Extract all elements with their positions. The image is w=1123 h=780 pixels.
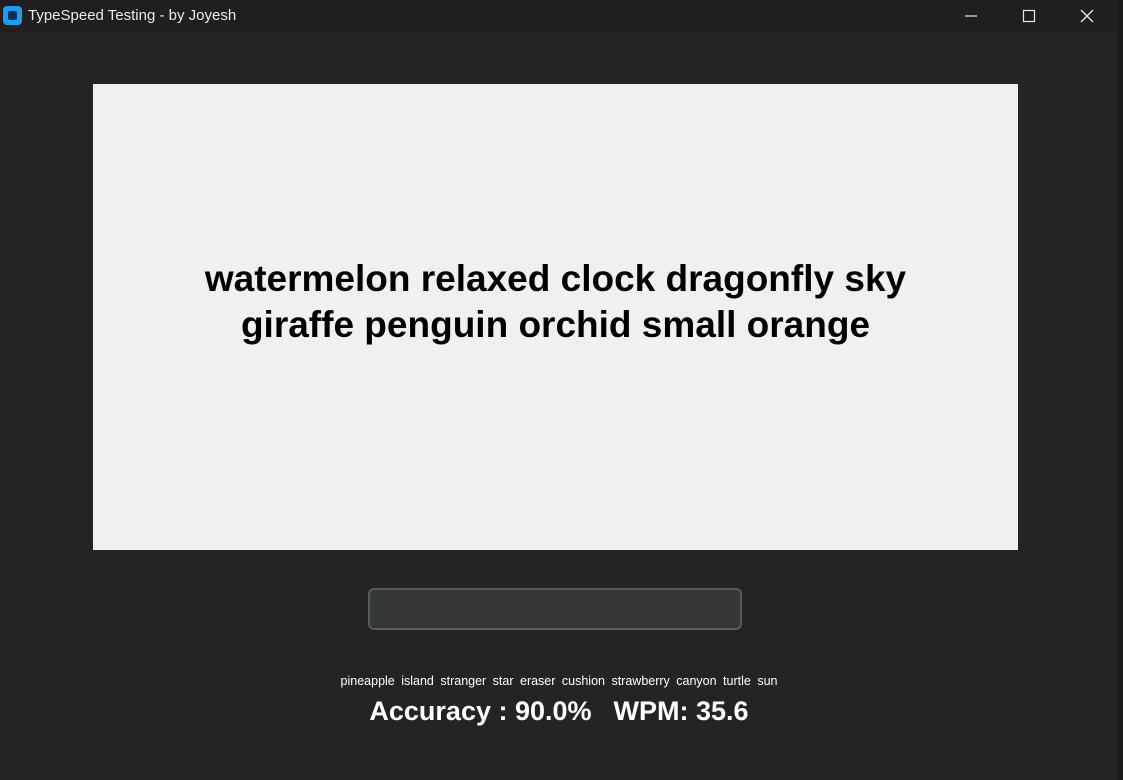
close-icon <box>1080 9 1094 23</box>
typing-input[interactable] <box>368 588 742 630</box>
app-window: TypeSpeed Testing - by Joyesh watermelon… <box>0 0 1118 780</box>
prompt-panel: watermelon relaxed clock dragonfly sky g… <box>93 84 1018 550</box>
prompt-sentence: watermelon relaxed clock dragonfly sky g… <box>204 258 907 345</box>
minimize-button[interactable] <box>942 0 1000 32</box>
wpm-label: WPM: 35.6 <box>613 696 749 726</box>
upcoming-words: pineapple island stranger star eraser cu… <box>340 674 778 688</box>
maximize-button[interactable] <box>1000 0 1058 32</box>
stats-line: Accuracy : 90.0% WPM: 35.6 <box>0 696 1118 727</box>
title-bar[interactable]: TypeSpeed Testing - by Joyesh <box>0 0 1118 32</box>
window-title: TypeSpeed Testing - by Joyesh <box>28 7 237 24</box>
maximize-icon <box>1022 9 1036 23</box>
window-edge <box>1118 0 1123 780</box>
accuracy-label: Accuracy : 90.0% <box>369 696 592 726</box>
app-icon <box>3 6 22 25</box>
close-button[interactable] <box>1058 0 1116 32</box>
minimize-icon <box>965 15 977 17</box>
